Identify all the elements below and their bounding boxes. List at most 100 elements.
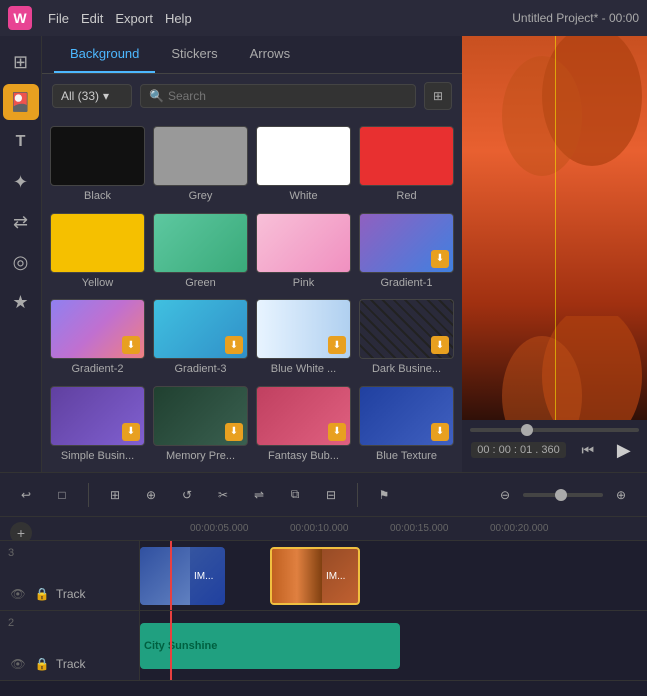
track-lock-button-3[interactable]: 🔒 (32, 584, 52, 604)
track-clip-audio[interactable]: City Sunshine (140, 623, 400, 669)
bg-item-pink[interactable]: Pink (256, 213, 351, 292)
tab-stickers[interactable]: Stickers (155, 36, 233, 73)
zoom-in-button[interactable]: ⊕ (607, 481, 635, 509)
zoom-slider[interactable] (523, 493, 603, 497)
bg-item-grey[interactable]: Grey (153, 126, 248, 205)
bg-thumb-white (256, 126, 351, 186)
sidebar-item-layers[interactable]: ⊞ (3, 44, 39, 80)
track-visibility-button-3[interactable]: 👁 (8, 584, 28, 604)
bg-label-grey: Grey (189, 190, 213, 202)
sidebar-item-effects[interactable]: ✦ (3, 164, 39, 200)
sidebar-item-sticker[interactable]: ★ (3, 284, 39, 320)
chevron-down-icon: ▾ (103, 89, 109, 103)
track-visibility-button-2[interactable]: 👁 (8, 654, 28, 674)
sidebar-item-text[interactable]: T (3, 124, 39, 160)
bg-thumb-fantasybub: ⬇ (256, 386, 351, 446)
track-clip-3-2[interactable]: IM... (270, 547, 360, 605)
track-name-2: Track (56, 657, 86, 671)
bg-thumb-pink (256, 213, 351, 273)
sidebar-item-filter[interactable]: ◎ (3, 244, 39, 280)
add-track-button[interactable]: + (10, 522, 32, 542)
bg-item-simplebusiness[interactable]: ⬇Simple Busin... (50, 386, 145, 465)
select-button[interactable]: □ (48, 481, 76, 509)
play-button[interactable]: ▶ (610, 436, 638, 464)
preview-image (462, 36, 647, 420)
search-icon: 🔍 (149, 89, 164, 103)
bg-item-bluetexture[interactable]: ⬇Blue Texture (359, 386, 454, 465)
sidebar: ⊞ 🎴 T ✦ ⇄ ◎ ★ (0, 36, 42, 472)
cut-icon: ✂ (218, 488, 228, 502)
track-content-3: IM... IM... (140, 541, 647, 610)
playback-bar: 00 : 00 : 01 . 360 ⏮ ▶ (462, 420, 647, 472)
time-display: 00 : 00 : 01 . 360 (471, 442, 566, 458)
cut-button[interactable]: ✂ (209, 481, 237, 509)
sidebar-item-transitions[interactable]: ⇄ (3, 204, 39, 240)
layers-icon: ⊞ (13, 52, 28, 73)
search-input[interactable] (168, 89, 407, 103)
zoom-thumb[interactable] (555, 489, 567, 501)
menu-file[interactable]: File (48, 11, 69, 26)
bg-item-yellow[interactable]: Yellow (50, 213, 145, 292)
filter-icon: ◎ (13, 252, 29, 273)
bg-item-darkbusiness[interactable]: ⬇Dark Busine... (359, 299, 454, 378)
bg-item-fantasybub[interactable]: ⬇Fantasy Bub... (256, 386, 351, 465)
bg-thumb-simplebusiness: ⬇ (50, 386, 145, 446)
mirror-icon: ⇌ (254, 488, 264, 502)
rotate-icon: ↺ (182, 488, 192, 502)
grid-toggle-button[interactable]: ⊞ (424, 82, 452, 110)
delete-button[interactable]: ⊟ (317, 481, 345, 509)
app-title: Untitled Project* - 00:00 (512, 11, 639, 25)
tab-arrows[interactable]: Arrows (234, 36, 306, 73)
ruler-mark-5: 00:00:05.000 (190, 523, 248, 534)
bg-label-bluetexture: Blue Texture (376, 450, 437, 462)
bg-thumb-memorypre: ⬇ (153, 386, 248, 446)
dl-badge-gradient3: ⬇ (225, 336, 243, 354)
bg-item-gradient2[interactable]: ⬇Gradient-2 (50, 299, 145, 378)
skip-back-button[interactable]: ⏮ (574, 436, 602, 464)
undo-button[interactable]: ↩ (12, 481, 40, 509)
bg-item-green[interactable]: Green (153, 213, 248, 292)
track-controls-2: 👁 🔒 Track (8, 654, 131, 674)
undo-icon: ↩ (21, 488, 31, 502)
sidebar-item-media[interactable]: 🎴 (3, 84, 39, 120)
preview-pane: 00 : 00 : 01 . 360 ⏮ ▶ (462, 36, 647, 472)
progress-track[interactable] (470, 428, 639, 432)
track-name-3: Track (56, 587, 86, 601)
bg-thumb-green (153, 213, 248, 273)
menu-edit[interactable]: Edit (81, 11, 103, 26)
tabs: Background Stickers Arrows (42, 36, 462, 74)
bg-item-red[interactable]: Red (359, 126, 454, 205)
menu-help[interactable]: Help (165, 11, 192, 26)
bg-item-memorypre[interactable]: ⬇ Memory Pre... (153, 386, 248, 465)
bg-item-gradient1[interactable]: ⬇Gradient-1 (359, 213, 454, 292)
bottom-toolbar: ↩ □ ⊞ ⊕ ↺ ✂ ⇌ ⧉ ⊟ ⚑ ⊖ ⊕ (0, 472, 647, 516)
playhead-2 (170, 611, 172, 680)
crop-button[interactable]: ⧉ (281, 481, 309, 509)
track-num-2: 2 (8, 617, 131, 629)
dl-badge-gradient2: ⬇ (122, 336, 140, 354)
bg-item-gradient3[interactable]: ⬇Gradient-3 (153, 299, 248, 378)
filter-dropdown[interactable]: All (33) ▾ (52, 84, 132, 108)
rotate-button[interactable]: ↺ (173, 481, 201, 509)
playback-controls: 00 : 00 : 01 . 360 ⏮ ▶ (471, 436, 638, 464)
progress-thumb[interactable] (521, 424, 533, 436)
playback-progress (470, 428, 639, 432)
bg-thumb-yellow (50, 213, 145, 273)
bg-item-bluewhite[interactable]: ⬇Blue White ... (256, 299, 351, 378)
tab-background[interactable]: Background (54, 36, 155, 73)
bg-item-white[interactable]: White (256, 126, 351, 205)
mirror-button[interactable]: ⇌ (245, 481, 273, 509)
ruler-mark-20: 00:00:20.000 (490, 523, 548, 534)
flag-button[interactable]: ⚑ (370, 481, 398, 509)
filter-bar: All (33) ▾ 🔍 ⊞ (42, 74, 462, 118)
track-lock-button-2[interactable]: 🔒 (32, 654, 52, 674)
menu-bar: W File Edit Export Help Untitled Project… (0, 0, 647, 36)
zoom-out-button[interactable]: ⊖ (491, 481, 519, 509)
add-clip-button[interactable]: ⊞ (101, 481, 129, 509)
transitions-icon: ⇄ (13, 212, 28, 233)
bg-label-memorypre: Memory Pre... (166, 450, 235, 462)
menu-export[interactable]: Export (115, 11, 153, 26)
add-button[interactable]: ⊕ (137, 481, 165, 509)
track-clip-3-1[interactable]: IM... (140, 547, 225, 605)
bg-item-black[interactable]: Black (50, 126, 145, 205)
